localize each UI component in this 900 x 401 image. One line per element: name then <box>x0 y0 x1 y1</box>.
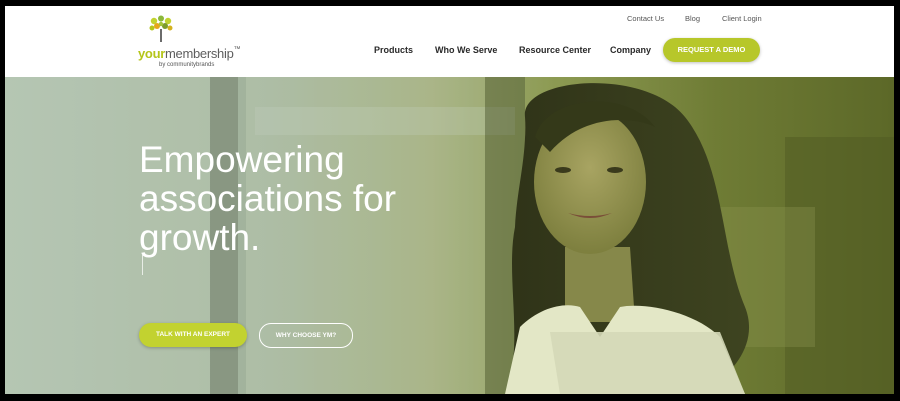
nav-products[interactable]: Products <box>374 45 413 55</box>
logo-byline: by communitybrands <box>159 62 215 68</box>
nav-who-we-serve[interactable]: Who We Serve <box>435 45 497 55</box>
logo-word-membership: membership <box>164 46 234 61</box>
why-choose-ym-button[interactable]: WHY CHOOSE YM? <box>259 323 353 348</box>
logo-trademark: ™ <box>233 46 241 53</box>
yourmembership-logo[interactable]: yourmembership™ by communitybrands <box>138 15 241 71</box>
hero-headline-line-3: growth. <box>139 216 261 258</box>
hero-headline: Empowering associations for growth. <box>139 140 479 257</box>
nav-company[interactable]: Company <box>610 45 651 55</box>
hero-headline-line-1: Empowering <box>139 138 345 180</box>
page-frame: yourmembership™ by communitybrands Conta… <box>5 6 894 394</box>
request-demo-button[interactable]: REQUEST A DEMO <box>663 38 760 62</box>
hero-section: Empowering associations for growth. TALK… <box>5 77 894 394</box>
tree-icon <box>149 15 173 42</box>
utility-link-blog[interactable]: Blog <box>685 14 700 23</box>
nav-resource-center[interactable]: Resource Center <box>519 45 591 55</box>
utility-link-client-login[interactable]: Client Login <box>722 14 762 23</box>
talk-with-expert-button[interactable]: TALK WITH AN EXPERT <box>139 323 247 347</box>
logo-word-your: your <box>138 46 165 61</box>
utility-link-contact[interactable]: Contact Us <box>627 14 664 23</box>
site-header: yourmembership™ by communitybrands Conta… <box>5 6 894 77</box>
logo-wordmark: yourmembership™ <box>138 46 241 61</box>
hero-headline-line-2: associations for <box>139 177 397 219</box>
